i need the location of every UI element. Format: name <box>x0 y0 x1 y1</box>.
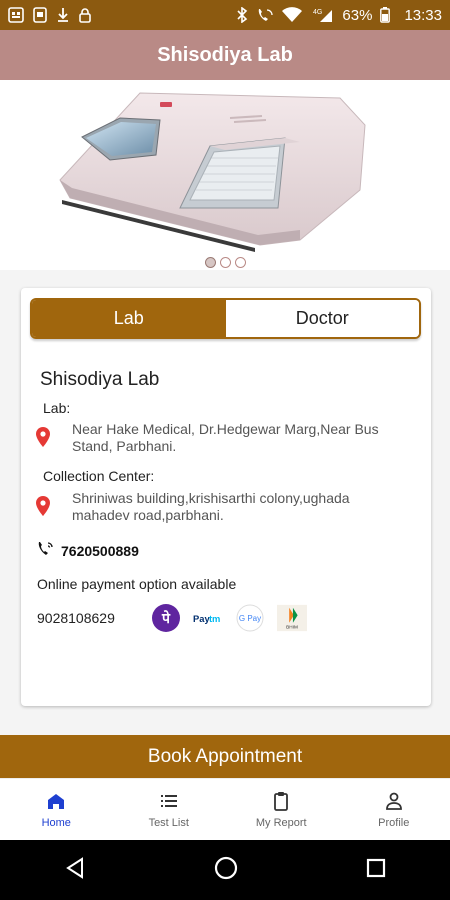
phonepe-icon[interactable]: पे <box>151 603 181 633</box>
carousel-indicator <box>0 257 450 268</box>
nav-home[interactable]: Home <box>0 779 113 840</box>
lab-name: Shisodiya Lab <box>40 369 160 390</box>
wifi-call-icon <box>256 7 274 23</box>
svg-text:पे: पे <box>161 610 171 626</box>
lock-icon <box>78 7 92 23</box>
clock: 13:33 <box>404 6 442 24</box>
tab-lab[interactable]: Lab <box>32 300 226 337</box>
clipboard-icon <box>271 791 291 814</box>
book-appointment-button[interactable]: Book Appointment <box>0 735 450 778</box>
collection-center-label: Collection Center: <box>43 468 155 484</box>
lab-doctor-toggle: Lab Doctor <box>30 298 421 339</box>
location-pin-icon <box>36 427 56 452</box>
collection-address-row: Shriniwas building,krishisarthi colony,u… <box>36 490 392 524</box>
recents-icon[interactable] <box>365 857 387 884</box>
battery-percent: 63% <box>342 6 373 24</box>
nav-my-report-label: My Report <box>255 816 307 829</box>
nav-test-list-label: Test List <box>148 816 189 829</box>
location-pin-icon <box>36 496 56 521</box>
home-circle-icon[interactable] <box>213 855 239 886</box>
payment-row: 9028108629 पे Pay tm G Pay BHIM <box>37 603 307 633</box>
status-left <box>8 7 92 23</box>
lab-analyzer-image <box>59 92 366 252</box>
status-right: 4G 63% 13:33 <box>236 7 442 24</box>
carousel-banner[interactable] <box>0 80 450 270</box>
bhim-icon[interactable]: BHIM <box>277 603 307 633</box>
payment-number: 9028108629 <box>37 610 115 626</box>
nav-my-report[interactable]: My Report <box>225 779 338 840</box>
phone-row[interactable]: 7620500889 <box>37 541 139 560</box>
sim-icon <box>8 7 24 23</box>
bluetooth-icon <box>236 7 248 23</box>
status-bar: 4G 63% 13:33 <box>0 0 450 30</box>
app-bar: Shisodiya Lab <box>0 30 450 80</box>
tab-doctor[interactable]: Doctor <box>225 300 419 337</box>
lab-address-row: Near Hake Medical, Dr.Hedgewar Marg,Near… <box>36 421 392 455</box>
document-icon <box>32 7 48 23</box>
collection-address: Shriniwas building,krishisarthi colony,u… <box>72 490 350 523</box>
person-icon <box>384 791 404 814</box>
home-icon <box>46 791 66 814</box>
system-nav-bar <box>0 840 450 900</box>
svg-text:G Pay: G Pay <box>239 614 261 623</box>
svg-text:tm: tm <box>209 614 220 624</box>
phone-number[interactable]: 7620500889 <box>61 543 139 559</box>
nav-home-label: Home <box>41 816 71 829</box>
back-icon[interactable] <box>63 856 87 885</box>
list-icon <box>159 791 179 814</box>
svg-text:4G: 4G <box>313 9 322 16</box>
gpay-icon[interactable]: G Pay <box>235 603 265 633</box>
paytm-icon[interactable]: Pay tm <box>193 603 223 633</box>
nav-profile[interactable]: Profile <box>338 779 450 840</box>
svg-text:Pay: Pay <box>193 614 210 624</box>
wifi-icon <box>282 7 303 23</box>
battery-icon <box>380 7 391 23</box>
download-icon <box>56 7 70 23</box>
svg-text:BHIM: BHIM <box>286 624 298 629</box>
nav-test-list[interactable]: Test List <box>113 779 226 840</box>
signal-icon: 4G <box>310 7 334 23</box>
app-title: Shisodiya Lab <box>157 43 293 66</box>
bottom-nav: Home Test List My Report Profile <box>0 778 450 840</box>
phone-icon <box>37 541 55 560</box>
carousel-dot[interactable] <box>234 257 246 268</box>
lab-address: Near Hake Medical, Dr.Hedgewar Marg,Near… <box>72 421 379 454</box>
lab-info-card: Lab Doctor Shisodiya Lab Lab: Near Hake … <box>21 288 431 706</box>
carousel-dot[interactable] <box>204 257 216 268</box>
nav-profile-label: Profile <box>378 816 410 829</box>
lab-label: Lab: <box>43 400 71 416</box>
payment-info-text: Online payment option available <box>37 576 237 592</box>
payment-icons: पे Pay tm G Pay BHIM <box>151 603 307 633</box>
carousel-dot[interactable] <box>219 257 231 268</box>
